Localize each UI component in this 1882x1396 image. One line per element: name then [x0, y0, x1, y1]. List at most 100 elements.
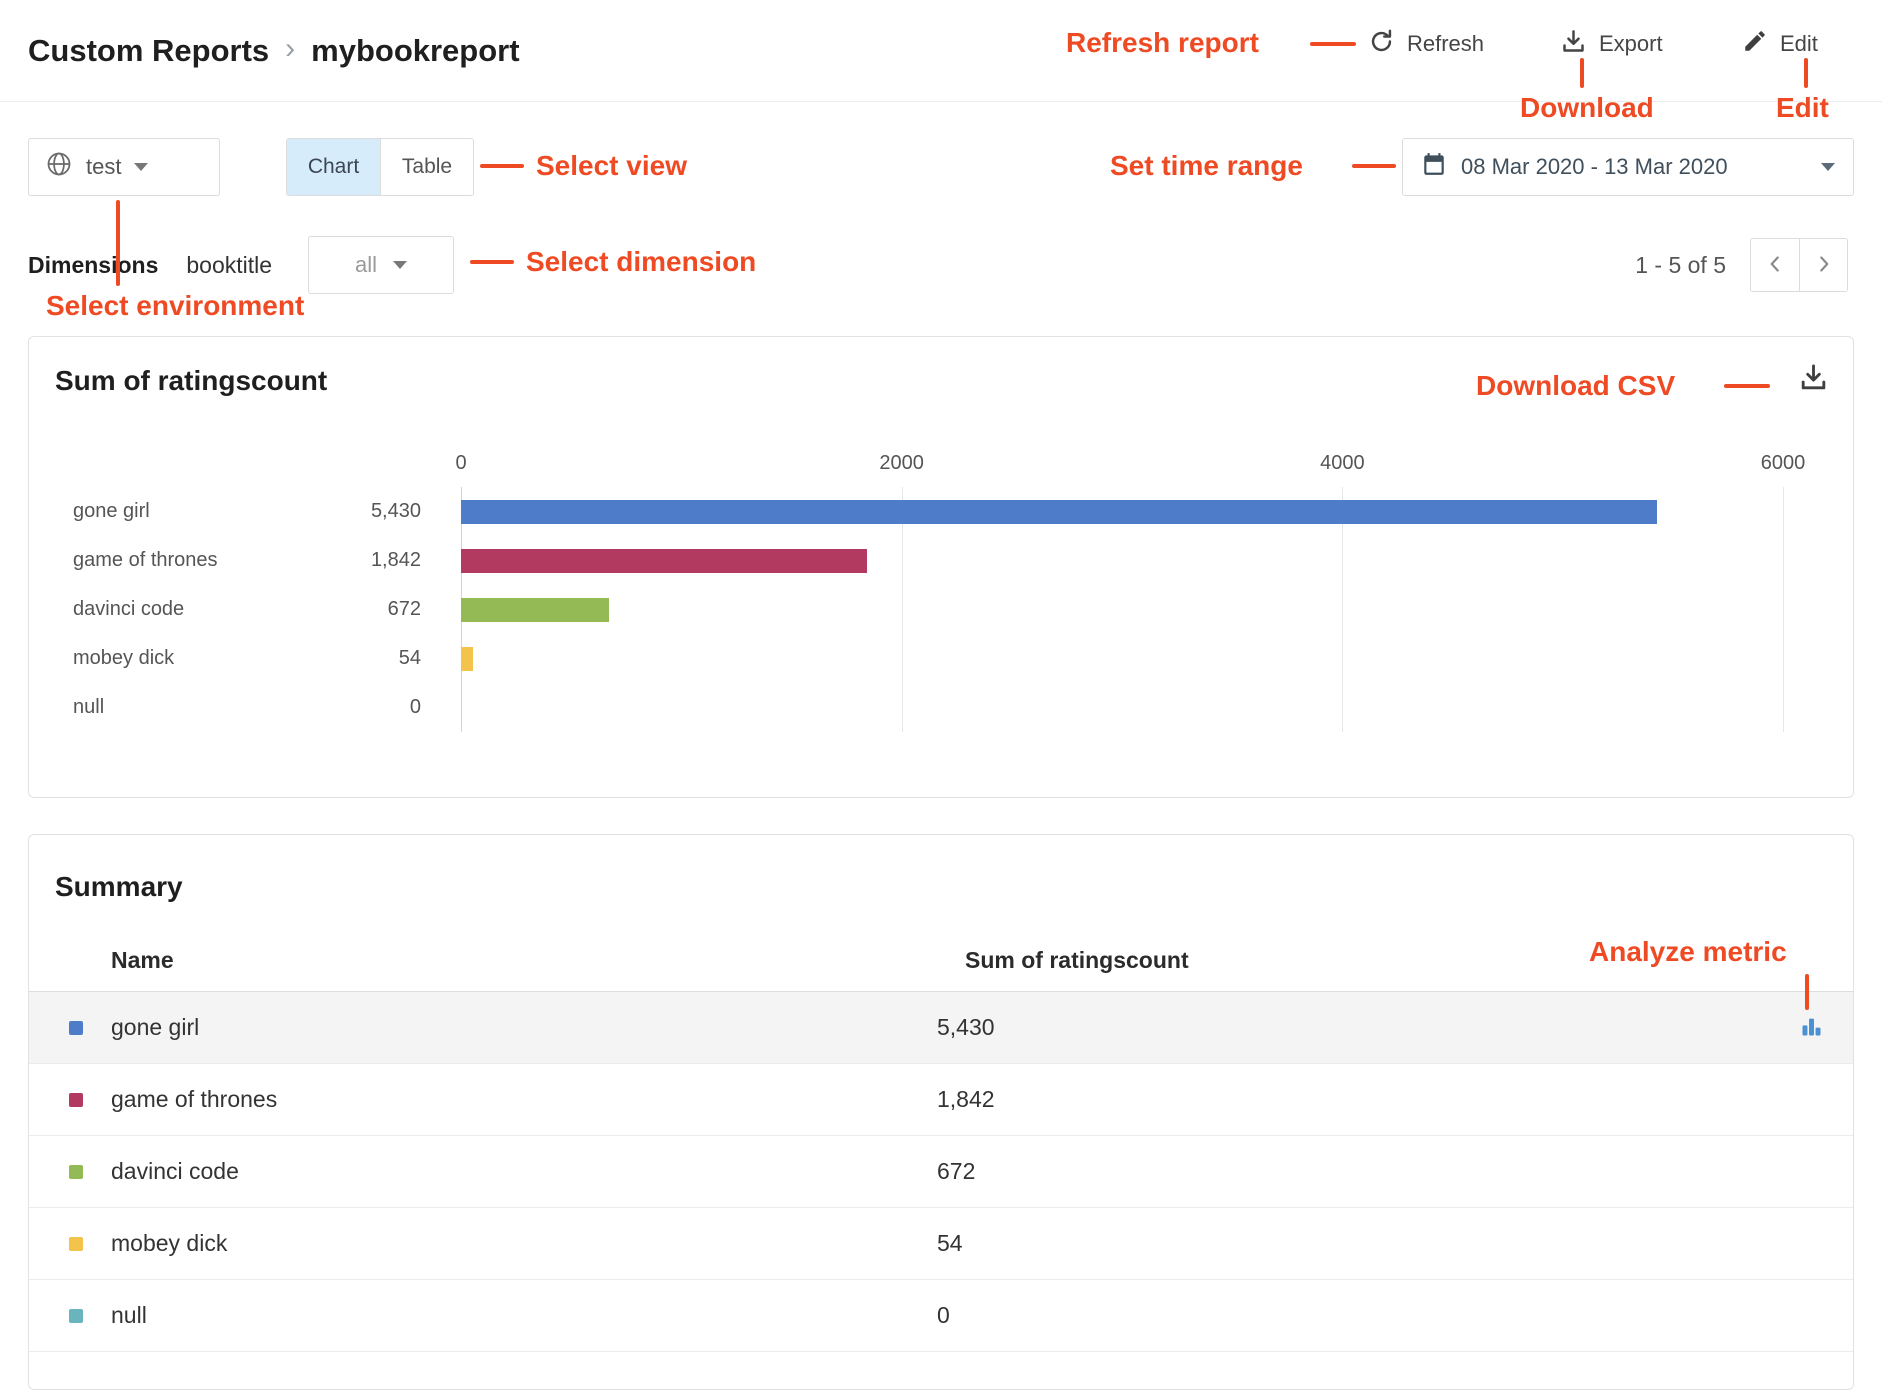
chart-labels-column: gone girl 5,430 game of thrones 1,842 da…: [73, 441, 461, 732]
bar-chart-icon: [1798, 1013, 1825, 1043]
download-csv-button[interactable]: [1798, 359, 1829, 399]
breadcrumb-current: mybookreport: [311, 33, 519, 69]
dimension-name: booktitle: [186, 252, 272, 279]
chevron-down-icon: [393, 261, 407, 269]
tab-chart[interactable]: Chart: [287, 139, 380, 195]
export-download-icon: [1560, 28, 1587, 61]
annotation-line-set-time-range: [1352, 164, 1396, 168]
annotation-line-edit: [1804, 58, 1808, 88]
annotation-select-dimension: Select dimension: [526, 246, 756, 278]
refresh-button[interactable]: Refresh: [1368, 0, 1484, 88]
export-button[interactable]: Export: [1560, 0, 1663, 88]
x-axis-tick: 0: [455, 452, 466, 475]
annotation-line-select-dimension: [470, 260, 514, 264]
row-value: 0: [937, 1302, 1825, 1329]
app-header: Custom Reports › mybookreport Refresh: [0, 0, 1882, 102]
chart-row-label: game of thrones 1,842: [73, 536, 421, 585]
report-toolbar: test Chart Table 08 Mar 2020 - 13 Mar 20…: [28, 138, 1854, 196]
date-range-value: 08 Mar 2020 - 13 Mar 2020: [1461, 154, 1728, 180]
chart-bar-row: [461, 536, 1783, 585]
row-name: mobey dick: [111, 1230, 937, 1257]
annotation-line-select-view: [480, 164, 524, 168]
series-color-swatch: [69, 1165, 83, 1179]
refresh-icon: [1368, 28, 1395, 61]
chart-bar-row: [461, 487, 1783, 536]
row-value: 1,842: [937, 1086, 1825, 1113]
chart-bar-row: [461, 683, 1783, 732]
series-color-swatch: [69, 1021, 83, 1035]
table-row: mobey dick 54: [29, 1208, 1853, 1280]
annotation-edit: Edit: [1776, 92, 1829, 124]
annotation-select-view: Select view: [536, 150, 687, 182]
row-value: 54: [937, 1230, 1825, 1257]
chart-value-label: 672: [388, 598, 421, 621]
table-row: game of thrones 1,842: [29, 1064, 1853, 1136]
chart-bar[interactable]: [461, 549, 867, 573]
table-row: gone girl 5,430: [29, 992, 1853, 1064]
row-name: null: [111, 1302, 937, 1329]
annotation-line-download: [1580, 58, 1584, 88]
summary-table: Name Sum of ratingscount gone girl 5,430: [29, 930, 1853, 1352]
row-value: 672: [937, 1158, 1825, 1185]
bar-chart: gone girl 5,430 game of thrones 1,842 da…: [73, 441, 1783, 732]
chart-plot-area: 0 2000 4000 6000: [461, 441, 1783, 732]
analyze-metric-button[interactable]: [1798, 1012, 1825, 1044]
chart-bar-row: [461, 634, 1783, 683]
refresh-button-label: Refresh: [1407, 31, 1484, 57]
chart-category-label: gone girl: [73, 500, 150, 523]
chevron-right-icon: [1811, 251, 1837, 280]
annotation-refresh-report: Refresh report: [1066, 27, 1259, 59]
date-range-picker[interactable]: 08 Mar 2020 - 13 Mar 2020: [1402, 138, 1854, 196]
table-row: null 0: [29, 1280, 1853, 1352]
chart-row-label: davinci code 672: [73, 585, 421, 634]
dimension-filter-dropdown[interactable]: all: [308, 236, 454, 294]
chart-bar[interactable]: [461, 500, 1657, 524]
annotation-select-environment: Select environment: [46, 290, 304, 322]
chart-category-label: null: [73, 696, 104, 719]
chart-value-label: 1,842: [371, 549, 421, 572]
chart-bar[interactable]: [461, 647, 473, 671]
series-color-swatch: [69, 1309, 83, 1323]
chart-value-label: 0: [410, 696, 421, 719]
x-axis-tick: 4000: [1320, 452, 1365, 475]
calendar-icon: [1421, 151, 1447, 183]
summary-table-header: Name Sum of ratingscount: [29, 930, 1853, 992]
annotation-line-select-environment: [116, 200, 120, 286]
prev-page-button[interactable]: [1751, 239, 1799, 291]
chart-category-label: davinci code: [73, 598, 184, 621]
dimensions-label: Dimensions: [28, 252, 158, 279]
annotation-analyze-metric: Analyze metric: [1589, 936, 1787, 968]
summary-card: Summary Name Sum of ratingscount gone gi…: [28, 834, 1854, 1390]
x-axis: 0 2000 4000 6000: [461, 441, 1783, 487]
chart-card: Sum of ratingscount gone girl 5,430 game…: [28, 336, 1854, 798]
chevron-down-icon: [1821, 163, 1835, 171]
edit-pencil-icon: [1742, 28, 1768, 60]
annotation-line-download-csv: [1724, 384, 1770, 388]
chevron-left-icon: [1762, 251, 1788, 280]
dimensions-row: Dimensions booktitle all 1 - 5 of 5: [28, 234, 1854, 296]
tab-table[interactable]: Table: [380, 139, 473, 195]
dimension-filter-value: all: [355, 252, 377, 278]
annotation-line-analyze-metric: [1805, 974, 1809, 1010]
plot-body: [461, 487, 1783, 732]
chart-row-label: gone girl 5,430: [73, 487, 421, 536]
chart-category-label: mobey dick: [73, 647, 174, 670]
table-row: davinci code 672: [29, 1136, 1853, 1208]
chart-bar[interactable]: [461, 598, 609, 622]
annotation-download-csv: Download CSV: [1476, 370, 1675, 402]
export-button-label: Export: [1599, 31, 1663, 57]
environment-dropdown[interactable]: test: [28, 138, 220, 196]
chart-title: Sum of ratingscount: [55, 365, 327, 397]
environment-value: test: [86, 154, 121, 180]
summary-title: Summary: [55, 871, 183, 903]
annotation-download: Download: [1520, 92, 1654, 124]
row-value: 5,430: [937, 1014, 1798, 1041]
next-page-button[interactable]: [1799, 239, 1847, 291]
series-color-swatch: [69, 1093, 83, 1107]
row-name: davinci code: [111, 1158, 937, 1185]
chevron-down-icon: [134, 163, 148, 171]
breadcrumb-root[interactable]: Custom Reports: [28, 33, 269, 69]
download-csv-icon: [1798, 362, 1829, 396]
annotation-line-refresh: [1310, 42, 1356, 46]
chart-row-label: mobey dick 54: [73, 634, 421, 683]
